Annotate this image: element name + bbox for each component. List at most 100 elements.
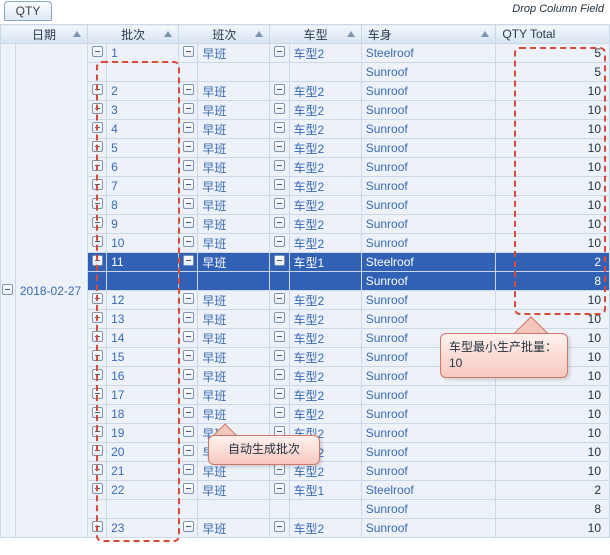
expand-model[interactable]	[270, 158, 289, 177]
expand-shift[interactable]	[179, 215, 198, 234]
expand-model[interactable]	[270, 253, 289, 272]
expand-batch[interactable]	[87, 139, 106, 158]
cell-qty: 10	[496, 234, 610, 253]
expand-shift[interactable]	[179, 196, 198, 215]
expand-model[interactable]	[270, 101, 289, 120]
table-row[interactable]: 2018-02-271早班车型2Steelroof5	[1, 44, 610, 63]
expand-shift[interactable]	[179, 462, 198, 481]
expand-shift[interactable]	[179, 481, 198, 500]
expand-model[interactable]	[270, 234, 289, 253]
drop-column-hint[interactable]: Drop Column Field	[512, 3, 604, 15]
cell-shift	[198, 500, 270, 519]
table-row[interactable]: Sunroof5	[1, 63, 610, 82]
expand-shift[interactable]	[179, 139, 198, 158]
expand-shift[interactable]	[179, 101, 198, 120]
expand-shift[interactable]	[179, 329, 198, 348]
table-row[interactable]: 12早班车型2Sunroof10	[1, 291, 610, 310]
expand-model[interactable]	[270, 196, 289, 215]
table-row[interactable]: 13早班车型2Sunroof10	[1, 310, 610, 329]
expand-batch[interactable]	[87, 82, 106, 101]
col-header-model[interactable]: 车型	[270, 25, 361, 44]
expand-shift[interactable]	[179, 234, 198, 253]
expand-shift[interactable]	[179, 405, 198, 424]
expand-batch[interactable]	[87, 158, 106, 177]
table-row[interactable]: 3早班车型2Sunroof10	[1, 101, 610, 120]
expand-model[interactable]	[270, 348, 289, 367]
table-row[interactable]: 5早班车型2Sunroof10	[1, 139, 610, 158]
expand-shift[interactable]	[179, 348, 198, 367]
col-header-body[interactable]: 车身	[361, 25, 496, 44]
expand-batch[interactable]	[87, 481, 106, 500]
expand-batch[interactable]	[87, 101, 106, 120]
table-row[interactable]: 11早班车型1Steelroof2	[1, 253, 610, 272]
table-row[interactable]: Sunroof8	[1, 500, 610, 519]
expand-shift[interactable]	[179, 177, 198, 196]
table-row[interactable]: 6早班车型2Sunroof10	[1, 158, 610, 177]
table-row[interactable]: 9早班车型2Sunroof10	[1, 215, 610, 234]
expand-batch[interactable]	[87, 462, 106, 481]
table-row[interactable]: 4早班车型2Sunroof10	[1, 120, 610, 139]
table-row[interactable]: 18早班车型2Sunroof10	[1, 405, 610, 424]
expand-batch[interactable]	[87, 44, 106, 63]
expand-batch[interactable]	[87, 405, 106, 424]
expand-batch[interactable]	[87, 177, 106, 196]
expand-shift[interactable]	[179, 310, 198, 329]
expand-batch[interactable]	[87, 443, 106, 462]
expand-shift[interactable]	[179, 44, 198, 63]
expand-shift[interactable]	[179, 158, 198, 177]
col-header-date[interactable]: 日期	[1, 25, 88, 44]
expand-shift[interactable]	[179, 519, 198, 538]
expand-batch[interactable]	[87, 424, 106, 443]
expand-model[interactable]	[270, 120, 289, 139]
table-row[interactable]: 7早班车型2Sunroof10	[1, 177, 610, 196]
expand-batch[interactable]	[87, 215, 106, 234]
expand-batch[interactable]	[87, 120, 106, 139]
table-row[interactable]: 23早班车型2Sunroof10	[1, 519, 610, 538]
table-row[interactable]: Sunroof8	[1, 272, 610, 291]
expand-model[interactable]	[270, 367, 289, 386]
expand-model[interactable]	[270, 481, 289, 500]
expand-shift[interactable]	[179, 253, 198, 272]
expand-batch[interactable]	[87, 386, 106, 405]
expand-batch[interactable]	[87, 348, 106, 367]
expand-shift[interactable]	[179, 386, 198, 405]
minus-icon	[183, 426, 194, 437]
callout-min-batch: 车型最小生产批量：10	[440, 333, 568, 378]
expand-batch[interactable]	[87, 367, 106, 386]
expand-batch[interactable]	[87, 253, 106, 272]
table-row[interactable]: 17早班车型2Sunroof10	[1, 386, 610, 405]
cell-model: 车型2	[289, 234, 361, 253]
expand-model[interactable]	[270, 519, 289, 538]
expand-model[interactable]	[270, 291, 289, 310]
expand-batch[interactable]	[87, 196, 106, 215]
expand-model[interactable]	[270, 139, 289, 158]
expand-batch[interactable]	[87, 234, 106, 253]
expand-model[interactable]	[270, 177, 289, 196]
col-header-batch[interactable]: 批次	[87, 25, 178, 44]
expand-model[interactable]	[270, 310, 289, 329]
expand-shift[interactable]	[179, 443, 198, 462]
table-row[interactable]: 10早班车型2Sunroof10	[1, 234, 610, 253]
expand-batch[interactable]	[87, 291, 106, 310]
expand-shift[interactable]	[179, 82, 198, 101]
expand-batch[interactable]	[87, 329, 106, 348]
expand-shift[interactable]	[179, 367, 198, 386]
expand-model[interactable]	[270, 82, 289, 101]
expand-model[interactable]	[270, 329, 289, 348]
col-header-qty[interactable]: QTY Total	[496, 25, 610, 44]
expand-model[interactable]	[270, 386, 289, 405]
table-row[interactable]: 8早班车型2Sunroof10	[1, 196, 610, 215]
expand-shift[interactable]	[179, 424, 198, 443]
table-row[interactable]: 22早班车型1Steelroof2	[1, 481, 610, 500]
expand-batch[interactable]	[87, 519, 106, 538]
expand-model[interactable]	[270, 215, 289, 234]
measure-tab-qty[interactable]: QTY	[4, 1, 52, 21]
expand-date[interactable]	[1, 44, 16, 538]
expand-shift[interactable]	[179, 291, 198, 310]
col-header-shift[interactable]: 班次	[179, 25, 270, 44]
expand-shift[interactable]	[179, 120, 198, 139]
table-row[interactable]: 2早班车型2Sunroof10	[1, 82, 610, 101]
expand-model[interactable]	[270, 44, 289, 63]
expand-batch[interactable]	[87, 310, 106, 329]
expand-model[interactable]	[270, 405, 289, 424]
